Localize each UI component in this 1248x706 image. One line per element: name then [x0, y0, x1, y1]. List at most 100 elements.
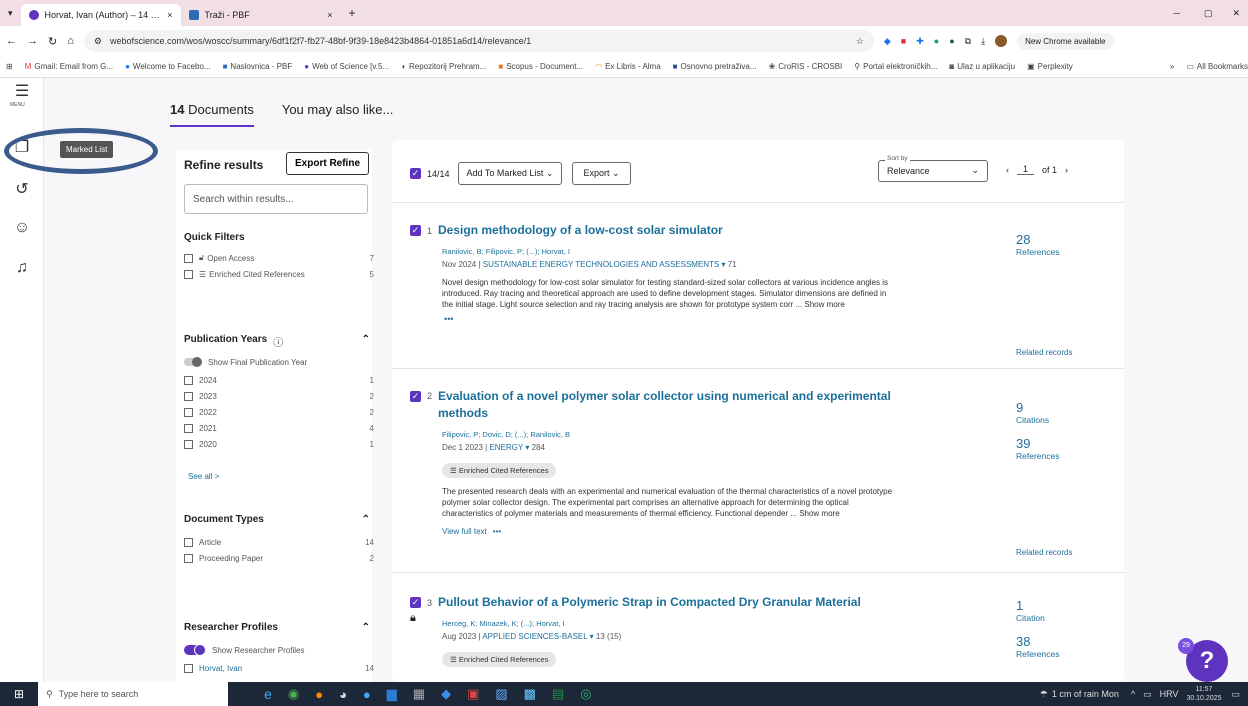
extension-icon[interactable]: ●	[949, 36, 954, 46]
history-icon[interactable]: ↺	[12, 180, 32, 200]
tab-documents[interactable]: 14 Documents	[170, 102, 254, 127]
tab-you-may-also-like[interactable]: You may also like...	[282, 102, 394, 127]
bookmark-item[interactable]: ⚲ Portal elektroničkih...	[854, 62, 937, 71]
info-icon[interactable]: ⓘ	[273, 334, 283, 349]
edge-icon[interactable]: e	[264, 686, 272, 702]
checkbox[interactable]	[184, 537, 193, 547]
notifications-icon[interactable]: ▭	[1231, 689, 1240, 700]
avatar[interactable]	[995, 35, 1008, 47]
bookmark-item[interactable]: ◗ Repozitorij Prehram...	[401, 62, 486, 71]
more-options-icon[interactable]: •••	[493, 527, 501, 536]
taskbar-app-icon[interactable]: ●	[363, 687, 371, 702]
tray-chevron-icon[interactable]: ^	[1131, 689, 1135, 699]
new-tab-button[interactable]: +	[341, 6, 364, 20]
record-authors[interactable]: Herceg, K; Minazek, K; (...); Horvat, I	[442, 619, 1106, 628]
collapse-chevron-icon[interactable]: ⌃	[362, 622, 370, 633]
filter-year[interactable]: 2021 4	[184, 420, 374, 436]
close-tab-icon[interactable]: ×	[167, 10, 172, 20]
weather-icon[interactable]: ☂	[1040, 689, 1048, 700]
filter-doc-type[interactable]: Article 14	[184, 534, 374, 550]
record-checkbox[interactable]: ✓	[410, 225, 421, 236]
filter-researcher[interactable]: Horvat, Ivan 14	[184, 660, 374, 676]
record-authors[interactable]: Ranilovic, B; Filipovic, P; (...); Horva…	[442, 247, 1106, 256]
extension-icon[interactable]: ✚	[916, 36, 924, 47]
bookmark-star-icon[interactable]: ☆	[856, 36, 864, 47]
taskbar-search[interactable]: ⚲ Type here to search	[38, 682, 229, 706]
close-tab-icon[interactable]: ×	[327, 10, 332, 20]
firefox-icon[interactable]: ●	[315, 687, 323, 702]
home-icon[interactable]: ⌂	[67, 35, 74, 47]
see-all-link[interactable]: See all >	[188, 472, 219, 481]
all-bookmarks[interactable]: ▭ All Bookmarks	[1186, 62, 1248, 71]
view-full-text-link[interactable]: View full text	[442, 527, 487, 536]
extension-icon[interactable]: ■	[901, 36, 906, 46]
bookmark-item[interactable]: ▣ Perplexity	[1027, 62, 1073, 71]
references-metric[interactable]: 28 References	[1016, 232, 1059, 257]
reload-icon[interactable]: ↻	[48, 35, 57, 48]
bookmark-item[interactable]: ● Web of Science [v.5...	[304, 62, 389, 71]
show-researcher-toggle[interactable]: Show Researcher Profiles	[184, 642, 304, 658]
checkbox[interactable]	[184, 269, 193, 279]
download-icon[interactable]: ⤓	[981, 36, 985, 47]
bookmark-item[interactable]: ◙ Ulaz u aplikaciju	[949, 62, 1015, 71]
weather-text[interactable]: 1 cm of rain Mon	[1052, 689, 1119, 699]
filter-enriched-cited-refs[interactable]: ☰ Enriched Cited References 5	[184, 266, 374, 282]
search-within-results-input[interactable]: Search within results...	[184, 184, 368, 214]
journal-link[interactable]: APPLIED SCIENCES-BASEL	[482, 632, 587, 641]
clock[interactable]: 11:57 30.10.2025	[1186, 685, 1221, 703]
journal-info-chevron-icon[interactable]: ▾	[590, 632, 594, 641]
references-metric[interactable]: 38 References	[1016, 634, 1059, 659]
apps-grid-icon[interactable]: ⊞	[6, 62, 13, 71]
bookmark-item[interactable]: ■ Scopus - Document...	[498, 62, 583, 71]
checkbox[interactable]	[184, 375, 193, 385]
export-refine-button[interactable]: Export Refine	[286, 152, 370, 175]
related-records-link[interactable]: Related records	[1016, 548, 1072, 557]
more-bookmarks-icon[interactable]: »	[1170, 62, 1174, 71]
filter-doc-type[interactable]: Proceeding Paper 2	[184, 550, 374, 566]
back-icon[interactable]: ←	[6, 35, 17, 47]
tab-search-icon[interactable]: ▾	[0, 8, 21, 19]
alerts-bell-icon[interactable]: ♫	[12, 258, 32, 278]
page-input[interactable]: 1	[1017, 164, 1035, 175]
journal-link[interactable]: SUSTAINABLE ENERGY TECHNOLOGIES AND ASSE…	[483, 260, 720, 269]
select-all-checkbox[interactable]: ✓	[410, 168, 421, 179]
maximize-icon[interactable]: ▢	[1192, 8, 1225, 19]
bookmark-item[interactable]: ◠ Ex Libris - Alma	[595, 62, 661, 71]
taskbar-app-icon[interactable]: ▩	[524, 686, 536, 702]
extension-icon[interactable]: ●	[934, 36, 939, 46]
bookmark-item[interactable]: ■ Osnovno pretraživa...	[673, 62, 757, 71]
toggle-switch-on[interactable]	[184, 644, 206, 656]
word-icon[interactable]: ▆	[387, 686, 397, 702]
export-button[interactable]: Export ⌄	[572, 162, 631, 185]
menu-collapse-icon[interactable]: ☰	[12, 82, 32, 102]
journal-info-chevron-icon[interactable]: ▾	[722, 260, 726, 269]
bookmark-item[interactable]: M Gmail: Email from G...	[25, 62, 113, 71]
chrome-update-button[interactable]: New Chrome available	[1017, 32, 1114, 50]
checkbox[interactable]	[184, 407, 193, 417]
journal-info-chevron-icon[interactable]: ▾	[525, 443, 529, 452]
journal-link[interactable]: ENERGY	[489, 443, 523, 452]
checkbox[interactable]	[184, 423, 193, 433]
close-window-icon[interactable]: ✕	[1224, 8, 1248, 19]
show-final-toggle[interactable]: Show Final Publication Year	[184, 354, 307, 370]
site-info-icon[interactable]: ⚙	[94, 36, 102, 47]
record-authors[interactable]: Filipovic, P; Dovic, D; (...); Ranilovic…	[442, 430, 1106, 439]
network-icon[interactable]: ▭	[1143, 689, 1152, 700]
profile-icon[interactable]: ☺	[12, 218, 32, 238]
chrome-icon[interactable]: ◉	[288, 686, 299, 702]
bookmark-item[interactable]: ● Welcome to Facebo...	[125, 62, 211, 71]
tab-web-of-science[interactable]: Horvat, Ivan (Author) – 14 – Web of Scie…	[20, 4, 181, 26]
enriched-cited-references-badge[interactable]: ☰ Enriched Cited References	[442, 652, 557, 667]
checkbox[interactable]	[184, 663, 193, 673]
toggle-switch[interactable]	[184, 357, 202, 367]
record-title[interactable]: Design methodology of a low-cost solar s…	[438, 222, 723, 239]
related-records-link[interactable]: Related records	[1016, 348, 1072, 357]
collapse-chevron-icon[interactable]: ⌃	[362, 334, 370, 349]
filter-year[interactable]: 2024 1	[184, 372, 374, 388]
record-checkbox[interactable]: ✓	[410, 597, 421, 608]
excel-icon[interactable]: ▤	[552, 686, 564, 702]
collapse-chevron-icon[interactable]: ⌃	[362, 514, 370, 525]
more-options-icon[interactable]: •••	[444, 314, 1106, 324]
filter-year[interactable]: 2020 1	[184, 436, 374, 452]
extension-icon[interactable]: ◆	[884, 36, 891, 47]
